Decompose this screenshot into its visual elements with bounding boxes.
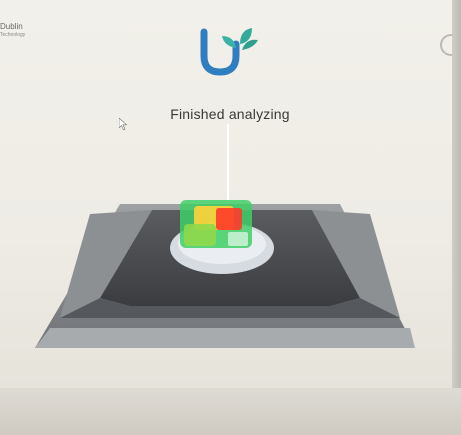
- location-name: Dublin: [0, 22, 23, 31]
- device-bezel-right: [452, 0, 461, 435]
- analysis-status-text: Finished analyzing: [170, 106, 290, 122]
- location-subtitle: Technology: [0, 32, 26, 38]
- kiosk-screen: Dublin Technology Finished analyzing: [0, 0, 461, 388]
- mouse-cursor-icon: [119, 118, 127, 130]
- highlight-lightgreen: [184, 224, 216, 246]
- tray-scan-view: [35, 200, 415, 348]
- leaf-u-logo-icon: [200, 28, 258, 76]
- device-bezel-bottom: [0, 388, 461, 435]
- highlight-red: [216, 208, 242, 230]
- location-label: Dublin Technology: [0, 22, 25, 40]
